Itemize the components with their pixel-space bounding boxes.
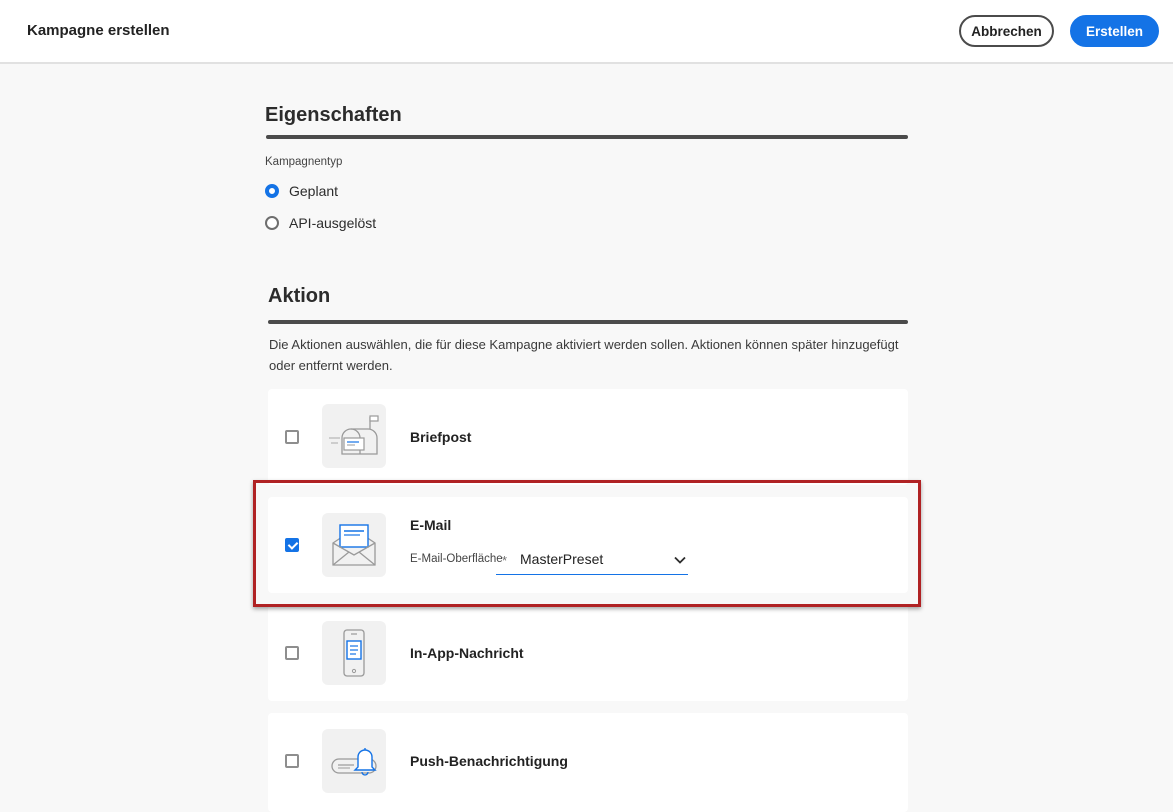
checkbox-push[interactable] — [285, 754, 299, 768]
radio-api-triggered[interactable]: API-ausgelöst — [265, 215, 376, 231]
create-button[interactable]: Erstellen — [1070, 15, 1159, 47]
radio-label-scheduled: Geplant — [289, 183, 339, 199]
cancel-button[interactable]: Abbrechen — [959, 15, 1054, 47]
radio-button[interactable] — [265, 216, 279, 230]
campaign-type-label: Kampagnentyp — [265, 156, 343, 168]
action-description: Die Aktionen auswählen, die für diese Ka… — [269, 337, 899, 373]
card-title-in-app: In-App-Nachricht — [410, 645, 524, 661]
radio-label-api-triggered: API-ausgelöst — [289, 215, 377, 231]
action-card-push[interactable]: Push-Benachrichtigung — [268, 713, 908, 812]
checkbox-direct-mail[interactable] — [285, 430, 299, 444]
page-title: Kampagne erstellen — [27, 22, 170, 39]
mailbox-icon — [322, 404, 386, 468]
action-heading: Aktion — [268, 285, 331, 307]
highlight-box — [253, 480, 921, 607]
radio-scheduled[interactable]: Geplant — [265, 183, 338, 199]
mobile-message-icon — [322, 621, 386, 685]
properties-heading: Eigenschaften — [265, 104, 402, 126]
top-bar: Kampagne erstellen Abbrechen Erstellen — [0, 0, 1173, 64]
action-card-in-app[interactable]: In-App-Nachricht — [268, 605, 908, 701]
card-title-push: Push-Benachrichtigung — [410, 753, 568, 769]
card-title-direct-mail: Briefpost — [410, 429, 472, 445]
action-divider — [268, 320, 908, 324]
properties-divider — [266, 135, 908, 139]
radio-button-checked[interactable] — [265, 184, 279, 198]
action-card-direct-mail[interactable]: Briefpost — [268, 389, 908, 485]
bell-icon — [322, 729, 386, 793]
checkbox-in-app[interactable] — [285, 646, 299, 660]
